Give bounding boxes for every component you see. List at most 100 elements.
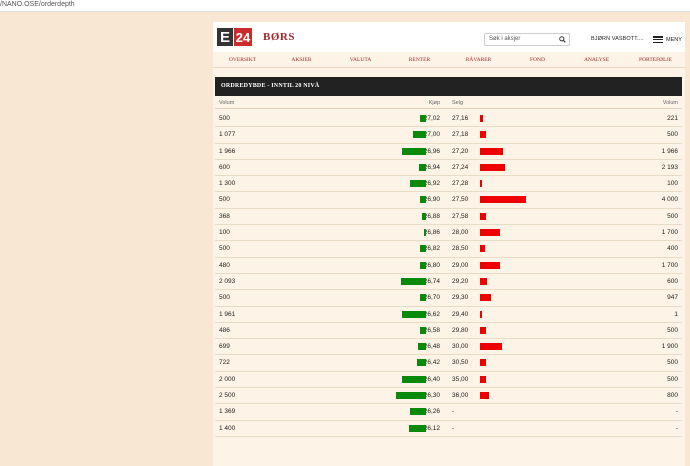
- sell-volume-bar: [480, 245, 485, 253]
- sell-price-header: Selg: [452, 100, 464, 106]
- buy-volume-cell: 368: [219, 212, 230, 220]
- buy-price-cell: 26,86: [423, 229, 440, 237]
- buy-volume-cell: 2 000: [219, 375, 236, 383]
- sell-volume-cell: 221: [667, 115, 678, 122]
- orderbook-row: 500 26,70 29,30 947: [215, 290, 682, 307]
- sell-volume-cell: 800: [667, 392, 678, 400]
- buy-price-cell: 26,40: [423, 375, 440, 383]
- sell-price-cell: 27,28: [452, 180, 469, 188]
- orderbook-row: 100 26,86 28,00 1 700: [215, 225, 682, 242]
- sell-volume-bar: [480, 131, 486, 139]
- e24-site: E 24 BØRS Søk i aksjer BJØRN VASBOTT....…: [213, 22, 685, 466]
- menu-button[interactable]: MENY: [653, 36, 682, 43]
- buy-price-cell: 26,82: [423, 245, 440, 253]
- buy-volume-bar: [413, 131, 426, 139]
- buy-volume-bar: [396, 392, 426, 400]
- buy-volume-bar: [402, 147, 426, 155]
- sell-volume-cell: 500: [667, 212, 678, 220]
- sell-price-cell: 28,50: [452, 245, 469, 253]
- orderbook-row: 2 000 26,40 35,00 500: [215, 372, 682, 389]
- sell-volume-cell: 4 000: [661, 196, 678, 204]
- sell-volume-bar: [480, 277, 487, 285]
- orderbook-row: 500 26,82 28,50 400: [215, 241, 682, 258]
- search-icon[interactable]: [559, 36, 566, 43]
- user-account-link[interactable]: BJØRN VASBOTT....: [591, 36, 644, 42]
- buy-price-cell: 26,48: [423, 343, 440, 351]
- sell-volume-cell: -: [675, 408, 678, 416]
- nav-valuta[interactable]: VALUTA: [331, 52, 390, 67]
- orderbook-title: ORDREDYBDE - INNTIL 20 NIVÅ: [221, 83, 320, 89]
- buy-price-cell: 26,96: [423, 147, 440, 155]
- buy-price-cell: 26,92: [423, 180, 440, 188]
- buy-price-cell: 26,94: [423, 163, 440, 171]
- buy-volume-bar: [410, 180, 426, 188]
- sell-price-cell: 29,80: [452, 326, 469, 334]
- buy-volume-cell: 1 966: [219, 147, 236, 155]
- orderbook-row: 500 27,02 27,16 221: [215, 111, 682, 128]
- buy-volume-cell: 486: [219, 326, 230, 334]
- sell-price-cell: -: [452, 408, 455, 416]
- sell-volume-bar: [480, 261, 500, 269]
- sell-price-cell: 30,50: [452, 359, 469, 367]
- buy-volume-bar: [417, 359, 426, 367]
- buy-volume-cell: 500: [219, 196, 230, 204]
- buy-volume-cell: 722: [219, 359, 230, 367]
- nav-renter[interactable]: RENTER: [390, 52, 449, 67]
- stock-search-input[interactable]: Søk i aksjer: [484, 33, 570, 46]
- buy-volume-cell: 1 961: [219, 310, 236, 318]
- buy-price-cell: 27,02: [423, 115, 440, 122]
- sell-price-cell: 27,16: [452, 115, 469, 122]
- buy-volume-cell: 1 369: [219, 408, 236, 416]
- buy-price-cell: 27,00: [423, 131, 440, 139]
- sell-volume-cell: -: [675, 424, 678, 432]
- sell-volume-bar: [480, 180, 482, 188]
- url-text: /NANO.OSE/orderdepth: [0, 1, 75, 8]
- orderbook-column-headers: Volum Kjøp Selg Volum: [215, 97, 682, 109]
- sell-volume-bar: [480, 392, 490, 400]
- nav-ravarer[interactable]: RÅVARER: [449, 52, 508, 67]
- sell-volume-cell: 947: [667, 294, 678, 302]
- nav-oversikt[interactable]: OVERSIKT: [213, 52, 272, 67]
- buy-volume-cell: 600: [219, 163, 230, 171]
- buy-volume-cell: 699: [219, 343, 230, 351]
- buy-volume-bar: [409, 424, 426, 432]
- nav-fond[interactable]: FOND: [508, 52, 567, 67]
- orderbook-rows: 500 27,02 27,16 221 1 077 27,00 27,18 500 1 966 2…: [215, 111, 682, 437]
- sell-volume-bar: [480, 359, 486, 367]
- browser-address-bar[interactable]: /NANO.OSE/orderdepth: [0, 0, 690, 12]
- buy-volume-header: Volum: [219, 100, 235, 106]
- orderbook-row: 1 961 26,62 29,40 1: [215, 307, 682, 323]
- buy-volume-cell: 500: [219, 115, 230, 122]
- buy-price-cell: 26,70: [423, 294, 440, 302]
- logo-24: 24: [234, 28, 252, 46]
- buy-price-cell: 26,30: [423, 392, 440, 400]
- sell-volume-cell: 2 193: [661, 163, 678, 171]
- buy-volume-cell: 480: [219, 261, 230, 269]
- buy-volume-bar: [409, 408, 426, 416]
- orderbook-row: 486 26,58 29,80 500: [215, 323, 682, 340]
- search-placeholder: Søk i aksjer: [489, 36, 521, 42]
- site-header: E 24 BØRS Søk i aksjer BJØRN VASBOTT....…: [213, 22, 685, 52]
- buy-volume-bar: [424, 229, 426, 237]
- sell-volume-bar: [480, 163, 506, 171]
- buy-volume-cell: 2 500: [219, 392, 236, 400]
- orderbook-row: 480 26,80 29,00 1 700: [215, 258, 682, 274]
- buy-price-cell: 26,58: [423, 326, 440, 334]
- buy-price-cell: 26,74: [423, 277, 440, 285]
- sell-price-cell: 27,50: [452, 196, 469, 204]
- orderbook-row: 2 093 26,74 29,20 600: [215, 274, 682, 291]
- nav-aksjer[interactable]: AKSJER: [272, 52, 331, 67]
- section-brand[interactable]: BØRS: [263, 31, 295, 43]
- sell-volume-cell: 400: [667, 245, 678, 253]
- e24-logo[interactable]: E 24: [217, 28, 252, 46]
- sell-volume-cell: 600: [667, 277, 678, 285]
- sell-volume-cell: 1: [674, 310, 678, 318]
- sell-price-cell: -: [452, 424, 455, 432]
- nav-analyse[interactable]: ANALYSE: [567, 52, 626, 67]
- buy-volume-cell: 500: [219, 294, 230, 302]
- sell-price-cell: 35,00: [452, 375, 469, 383]
- nav-portefolje[interactable]: PORTEFØLJE: [626, 52, 685, 67]
- sell-volume-bar: [480, 294, 491, 302]
- sell-price-cell: 29,30: [452, 294, 469, 302]
- buy-volume-bar: [420, 294, 426, 302]
